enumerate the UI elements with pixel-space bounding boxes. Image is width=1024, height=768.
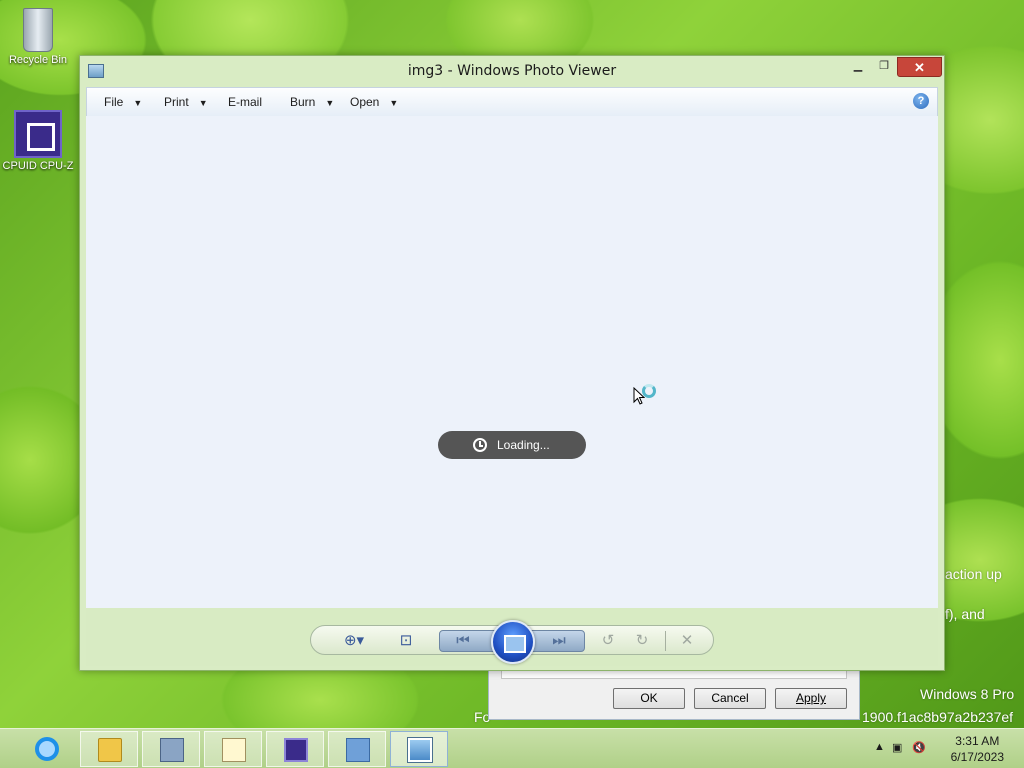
image-viewport: Loading... [86,116,938,608]
system-tray: ▲ ▣ 🔇 3:31 AM 6/17/2023 [864,729,1024,768]
help-icon[interactable]: ? [913,93,929,109]
cancel-button[interactable]: Cancel [694,688,766,709]
desktop-icon-label: Recycle Bin [8,54,68,66]
title-bar[interactable]: img3 - Windows Photo Viewer ▁ ❐ ✕ [80,56,944,86]
taskbar-control-panel[interactable] [328,731,386,767]
taskbar-photo-viewer[interactable] [390,731,448,767]
internet-explorer-icon [35,737,59,761]
chevron-down-icon: ▼ [389,98,399,108]
clock[interactable]: 3:31 AM 6/17/2023 [951,733,1004,765]
previous-icon[interactable]: ⏮ [452,631,474,651]
desktop-icon-cpuz[interactable]: CPUID CPU-Z [0,110,76,172]
delete-icon[interactable]: ✕ [676,631,698,651]
clock-time: 3:31 AM [955,734,1000,748]
taskbar-file-explorer[interactable] [80,731,138,767]
menu-email-label: E-mail [228,95,263,109]
chevron-down-icon: ▼ [325,98,335,108]
chevron-down-icon: ▼ [198,98,208,108]
clock-icon [473,438,487,452]
window-title: img3 - Windows Photo Viewer [407,63,617,79]
menu-print[interactable]: Print ▼ [164,95,208,109]
clock-date: 6/17/2023 [950,750,1004,764]
command-bar: File ▼ Print ▼ E-mail Burn ▼ Open ▼ ? [86,87,938,116]
taskbar-cpuz[interactable] [266,731,324,767]
desktop-icon-recycle-bin[interactable]: Recycle Bin [0,8,76,66]
background-text: f), and [945,606,985,622]
photo-viewer-window: img3 - Windows Photo Viewer ▁ ❐ ✕ File ▼ … [79,55,945,671]
rotate-clockwise-icon[interactable]: ↻ [631,631,653,651]
next-icon[interactable]: ⏭ [548,631,570,651]
bottom-toolbar: ⊕▾ ⊡ ⏮ ⏭ ↺ ↻ ✕ [86,608,938,666]
menu-print-label: Print [164,95,189,109]
network-icon[interactable]: ▣ [892,741,902,754]
loading-text: Loading... [497,438,550,452]
cpuz-icon [284,738,308,762]
desktop-icon-label: CPUID CPU-Z [2,160,74,172]
menu-email[interactable]: E-mail [228,95,262,109]
cpuz-icon [14,110,62,158]
taskbar-internet-explorer[interactable] [18,731,76,767]
busy-spinner-icon [642,384,656,398]
background-text: action up [945,566,1002,582]
folder-icon [98,738,122,762]
menu-open[interactable]: Open ▼ [350,95,398,109]
photo-viewer-icon [407,737,433,763]
menu-open-label: Open [350,95,380,109]
toolbar-separator [665,631,666,651]
menu-burn[interactable]: Burn ▼ [290,95,334,109]
playback-controls: ⊕▾ ⊡ ⏮ ⏭ ↺ ↻ ✕ [310,620,714,664]
chevron-down-icon: ▼ [133,98,143,108]
os-watermark: Windows 8 Pro [920,686,1015,702]
apply-button[interactable]: Apply [775,688,847,709]
rotate-counterclockwise-icon[interactable]: ↺ [597,631,619,651]
ok-button[interactable]: OK [613,688,685,709]
menu-file[interactable]: File ▼ [104,95,142,109]
zoom-icon[interactable]: ⊕▾ [339,631,369,651]
slideshow-button[interactable] [491,620,535,664]
close-button[interactable]: ✕ [897,57,942,77]
recycle-bin-icon [23,8,53,52]
notepad-icon [222,738,246,762]
maximize-button[interactable]: ❐ [871,57,897,77]
performance-monitor-icon [160,738,184,762]
show-hidden-icons-icon[interactable]: ▲ [874,741,885,753]
build-watermark: 1900.f1ac8b97a2b237ef [862,709,1014,725]
menu-file-label: File [104,95,124,109]
actual-size-icon[interactable]: ⊡ [395,631,417,651]
control-panel-icon [346,738,370,762]
taskbar-notepad[interactable] [204,731,262,767]
loading-indicator: Loading... [438,431,586,459]
taskbar-performance-monitor[interactable] [142,731,200,767]
menu-burn-label: Burn [290,95,316,109]
minimize-button[interactable]: ▁ [845,57,871,77]
taskbar: ▲ ▣ 🔇 3:31 AM 6/17/2023 [0,728,1024,768]
volume-muted-icon[interactable]: 🔇 [912,741,926,754]
